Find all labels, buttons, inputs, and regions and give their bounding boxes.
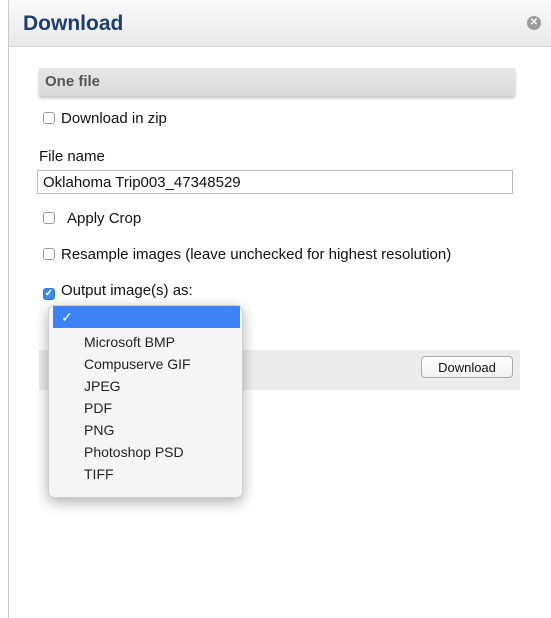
section-header-one-file: One file xyxy=(39,68,515,96)
format-option[interactable]: PDF xyxy=(84,400,112,416)
download-zip-row[interactable]: Download in zip xyxy=(43,110,167,127)
apply-crop-row[interactable]: Apply Crop xyxy=(43,210,141,227)
download-zip-checkbox[interactable] xyxy=(43,112,55,124)
format-option[interactable]: PNG xyxy=(84,422,114,438)
file-name-input[interactable] xyxy=(37,170,513,194)
apply-crop-checkbox[interactable] xyxy=(43,212,55,224)
output-as-row[interactable]: ✓ Output image(s) as: xyxy=(43,282,193,300)
resample-label: Resample images (leave unchecked for hig… xyxy=(61,246,452,263)
section-title: One file xyxy=(45,73,101,90)
file-name-label: File name xyxy=(39,148,105,165)
format-option[interactable]: Photoshop PSD xyxy=(84,444,184,460)
download-button[interactable]: Download xyxy=(421,356,513,378)
format-option[interactable]: JPEG xyxy=(84,378,121,394)
format-dropdown-menu[interactable]: ✓ Microsoft BMP Compuserve GIF JPEG PDF … xyxy=(48,305,243,498)
dialog-titlebar: Download ✕ xyxy=(9,0,551,47)
resample-row[interactable]: Resample images (leave unchecked for hig… xyxy=(43,246,451,263)
close-icon[interactable]: ✕ xyxy=(527,16,541,30)
dialog-title: Download xyxy=(23,12,124,35)
format-option[interactable]: TIFF xyxy=(84,466,114,482)
apply-crop-label: Apply Crop xyxy=(67,210,142,227)
format-option[interactable]: Compuserve GIF xyxy=(84,356,191,372)
checkmark-icon: ✓ xyxy=(61,309,73,325)
resample-checkbox[interactable] xyxy=(43,248,55,260)
output-as-label: Output image(s) as: xyxy=(61,282,193,299)
download-zip-label: Download in zip xyxy=(61,110,167,127)
output-as-checkbox[interactable]: ✓ xyxy=(43,288,55,300)
format-option[interactable]: Microsoft BMP xyxy=(84,334,175,350)
dropdown-selected-option[interactable]: ✓ xyxy=(53,306,240,328)
